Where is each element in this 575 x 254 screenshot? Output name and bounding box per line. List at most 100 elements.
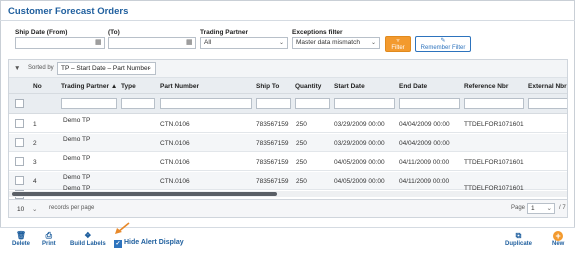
hide-alert-checkbox[interactable]: ✓ Hide Alert Display	[114, 239, 184, 248]
chevron-down-icon: ⌄	[146, 65, 152, 71]
column-header-external-nbr[interactable]: External Nbr	[528, 83, 567, 90]
cell-start-date: 03/29/2009 00:00	[334, 140, 385, 147]
build-labels-label: Build Labels	[70, 241, 106, 247]
row-checkbox[interactable]	[15, 138, 24, 147]
cell-no: 3	[33, 159, 37, 166]
cell-ship-to: 783567159	[256, 159, 289, 166]
filter-input-start-date[interactable]	[334, 98, 395, 109]
horizontal-scrollbar[interactable]	[9, 191, 567, 197]
sort-ascending-icon: ▲	[110, 83, 118, 90]
row-checkbox[interactable]	[15, 157, 24, 166]
cell-no: 4	[33, 178, 37, 185]
trading-partner-value: All	[204, 39, 212, 46]
pin-icon: ✎	[440, 38, 446, 44]
column-header-quantity[interactable]: Quantity	[295, 83, 321, 90]
filter-input-trading-partner[interactable]	[61, 98, 117, 109]
ship-date-to-label: (To)	[108, 29, 120, 36]
new-button[interactable]: + New	[552, 231, 564, 247]
scrollbar-thumb[interactable]	[12, 192, 277, 196]
chevron-down-icon: ⌄	[32, 206, 38, 213]
filter-input-external-nbr[interactable]	[528, 98, 567, 109]
filter-input-part-number[interactable]	[160, 98, 252, 109]
grid-header: No Trading Partner ▲ Type Part Number Sh…	[9, 78, 567, 94]
page-number-select[interactable]: 1 ⌄	[527, 203, 555, 214]
page-title: Customer Forecast Orders	[8, 6, 129, 17]
filter-input-quantity[interactable]	[295, 98, 330, 109]
cell-trading-partner: Demo TP	[63, 155, 91, 162]
build-labels-button[interactable]: ❖ Build Labels	[70, 231, 106, 247]
column-header-start-date[interactable]: Start Date	[334, 83, 365, 90]
sorted-by-label: Sorted by	[28, 65, 54, 71]
row-checkbox[interactable]	[15, 119, 24, 128]
calendar-icon[interactable]: ▦	[186, 38, 193, 46]
filter-input-reference-nbr[interactable]	[464, 98, 524, 109]
filter-button[interactable]: ▿ Filter	[385, 36, 411, 52]
sort-value: TP – Start Date – Part Number	[61, 65, 150, 72]
calendar-icon[interactable]: ▦	[95, 38, 102, 46]
print-button[interactable]: ⎙ Print	[42, 231, 56, 247]
column-header-no[interactable]: No	[33, 83, 42, 90]
printer-icon: ⎙	[45, 231, 53, 240]
cell-quantity: 250	[296, 178, 307, 185]
cell-part-number: CTN.0106	[160, 140, 190, 147]
cell-ship-to: 783567159	[256, 178, 289, 185]
column-header-trading-partner[interactable]: Trading Partner ▲	[61, 83, 117, 90]
cell-reference-nbr: TTDELFOR1071601	[464, 159, 524, 166]
column-header-type[interactable]: Type	[121, 83, 136, 90]
column-header-end-date[interactable]: End Date	[399, 83, 427, 90]
chevron-down-icon: ⌄	[278, 40, 284, 46]
hide-alert-label: Hide Alert Display	[124, 239, 184, 246]
trading-partner-select[interactable]: All ⌄	[200, 37, 288, 49]
table-row[interactable]: 2 Demo TP CTN.0106 783567159 250 03/29/2…	[9, 134, 567, 152]
checkmark-icon: ✓	[114, 240, 122, 248]
filter-button-label: Filter	[391, 45, 405, 51]
cell-ship-to: 783567159	[256, 121, 289, 128]
trash-icon: 🗑	[15, 231, 27, 240]
column-header-label: Trading Partner	[61, 83, 110, 90]
exceptions-filter-select[interactable]: Master data mismatch ⌄	[292, 37, 380, 49]
table-row[interactable]: 1 Demo TP CTN.0106 783567159 250 03/29/2…	[9, 115, 567, 133]
cell-end-date: 04/04/2009 00:00	[399, 121, 450, 128]
print-label: Print	[42, 241, 56, 247]
title-divider	[0, 20, 575, 21]
delete-button[interactable]: 🗑 Delete	[12, 231, 30, 247]
chevron-down-icon: ⌄	[546, 205, 552, 212]
new-label: New	[552, 241, 565, 247]
sort-select[interactable]: TP – Start Date – Part Number ⌄	[57, 62, 156, 75]
table-row[interactable]: 3 Demo TP CTN.0106 783567159 250 04/05/2…	[9, 153, 567, 171]
select-all-checkbox[interactable]	[15, 99, 24, 108]
cell-part-number: CTN.0106	[160, 121, 190, 128]
remember-filter-button[interactable]: ✎ Remember Filter	[415, 36, 471, 52]
duplicate-icon: ⧉	[515, 231, 522, 240]
cell-no: 2	[33, 140, 37, 147]
cell-end-date: 04/11/2009 00:00	[399, 178, 450, 185]
filter-row	[9, 94, 567, 114]
cell-part-number: CTN.0106	[160, 178, 190, 185]
ship-date-from-label: Ship Date (From)	[15, 29, 68, 36]
chevron-down-icon: ⌄	[370, 40, 376, 46]
column-header-ship-to[interactable]: Ship To	[256, 83, 279, 90]
funnel-icon[interactable]: ▼	[14, 65, 20, 72]
cell-end-date: 04/04/2009 00:00	[399, 140, 450, 147]
filter-input-type[interactable]	[121, 98, 155, 109]
delete-label: Delete	[12, 241, 31, 247]
cell-part-number: CTN.0106	[160, 159, 190, 166]
remember-filter-label: Remember Filter	[420, 45, 466, 51]
total-pages: / 7	[559, 205, 566, 211]
page-label: Page	[511, 205, 526, 211]
cell-trading-partner: Demo TP	[63, 136, 91, 143]
pager: 10 ⌄ records per page Page 1 ⌄ / 7	[8, 200, 568, 218]
duplicate-button[interactable]: ⧉ Duplicate	[505, 231, 532, 247]
cell-ship-to: 783567159	[256, 140, 289, 147]
column-header-reference-nbr[interactable]: Reference Nbr	[464, 83, 508, 90]
ship-date-from-input[interactable]	[15, 37, 105, 49]
funnel-icon: ▿	[396, 38, 400, 44]
ship-date-to-input[interactable]	[108, 37, 196, 49]
page-size-select[interactable]: 10 ⌄	[13, 203, 43, 214]
row-checkbox[interactable]	[15, 176, 24, 185]
page-size-value: 10	[17, 206, 25, 213]
duplicate-label: Duplicate	[505, 241, 533, 247]
column-header-part-number[interactable]: Part Number	[160, 83, 199, 90]
filter-input-end-date[interactable]	[399, 98, 460, 109]
filter-input-ship-to[interactable]	[256, 98, 291, 109]
